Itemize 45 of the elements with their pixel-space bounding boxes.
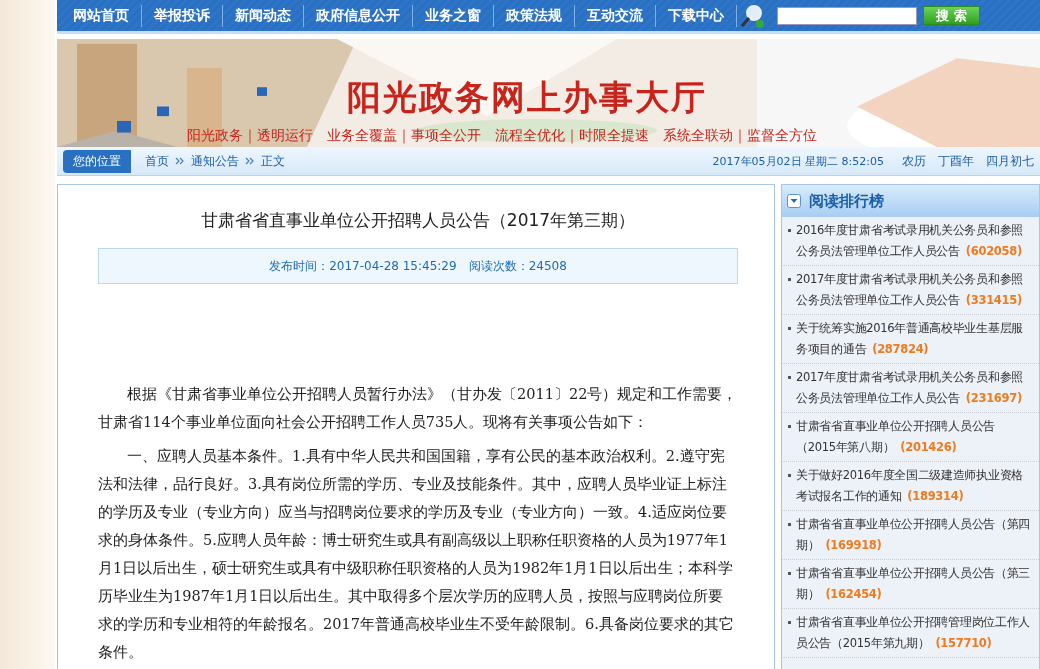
nav-link[interactable]: 新闻动态	[223, 6, 303, 25]
nav-link[interactable]: 政策法规	[494, 6, 574, 25]
article-title: 甘肃省省直事业单位公开招聘人员公告（2017年第三期）	[199, 209, 637, 232]
ranking-link[interactable]: 关于做好2016年度全国二级建造师执业资格考试报名工作的通知 (189314)	[796, 465, 1033, 507]
nav-link[interactable]: 下载中心	[656, 6, 736, 25]
breadcrumb-link[interactable]: 通知公告	[191, 152, 239, 170]
search-field[interactable]	[777, 6, 917, 25]
publish-time: 发布时间：2017-04-28 15:45:29	[269, 257, 457, 275]
bullet-icon	[788, 425, 791, 428]
ranking-link[interactable]: 甘肃省省直事业单位公开招聘人员公告（第四期） (169918)	[796, 514, 1033, 556]
article-paragraph: 一、应聘人员基本条件。1.具有中华人民共和国国籍，享有公民的基本政治权利。2.遵守宪法和法律，品行良好。3.具有岗位所需的学历、专业及技能条件。其中，应聘人员毕业证上标注的学历及专业（专业方向）应当与招聘岗位要求的学历及专业（专业方向）一致。4.适应岗位要求的身体条件。5.应聘人员年龄：博士研究生或具有副高级以上职称任职资格的人员为1977年1月1日以后出生，硕士研究生或具有中级职称任职资格的人员为1982年1月1日以后出生；本科学历毕业生为1987年1月1日以后出生。其中取得多个层次学历的应聘人员，按照与应聘岗位所要求的学历和专业相符的年龄报名。2017年普通高校毕业生不受年龄限制。6.具备岗位要求的其它条件。	[98, 447, 735, 662]
bullet-icon	[788, 523, 791, 526]
ranking-link[interactable]: 2017年度甘肃省考试录用机关公务员和参照公务员法管理单位工作人员公告 (331415)	[796, 269, 1033, 311]
nav-link[interactable]: 业务之窗	[413, 6, 493, 25]
lunar-date: 农历 丁酉年 四月初七	[902, 152, 1034, 170]
banner-title: 阳光政务网上办事大厅	[347, 76, 707, 119]
bullet-icon	[788, 474, 791, 477]
nav-link[interactable]: 举报投诉	[142, 6, 222, 25]
bullet-icon	[788, 229, 791, 232]
article-paragraph: 根据《甘肃省事业单位公开招聘人员暂行办法》（甘办发〔2011〕22号）规定和工作需要，甘肃省114个事业单位面向社会公开招聘工作人员735人。现将有关事项公告如下：	[98, 385, 738, 432]
ranking-link[interactable]: 2016年度甘肃省考试录用机关公务员和参照公务员法管理单位工作人员公告 (602058)	[796, 220, 1033, 262]
nav-link[interactable]: 政府信息公开	[304, 6, 412, 25]
date-text: 2017年05月02日 星期二 8:52:05	[712, 153, 884, 169]
chevron-icon	[175, 157, 185, 165]
sidebar-title: 阅读排行榜	[809, 191, 884, 211]
nav-link[interactable]: 互动交流	[575, 6, 655, 25]
breadcrumb-link[interactable]: 正文	[261, 152, 285, 170]
ranking-link[interactable]: 关于统筹实施2016年普通高校毕业生基层服务项目的通告 (287824)	[796, 318, 1033, 360]
ranking-link[interactable]: 2017年度甘肃省考试录用机关公务员和参照公务员法管理单位工作人员公告 (231697)	[796, 367, 1033, 409]
bullet-icon	[788, 621, 791, 624]
nav-link[interactable]: 网站首页	[61, 6, 141, 25]
bullet-icon	[788, 572, 791, 575]
ranking-link[interactable]: 甘肃省省直事业单位公开招聘人员公告（2015年第八期） (201426)	[796, 416, 1033, 458]
chevron-icon	[245, 157, 255, 165]
banner-slogan: 阳光政务｜透明运行 业务全覆盖｜事项全公开 流程全优化｜时限全提速 系统全联动｜监督全方位	[187, 127, 817, 145]
ranking-link[interactable]: 甘肃省省直事业单位公开招聘人员公告（第三期） (162454)	[796, 563, 1033, 605]
bullet-icon	[788, 278, 791, 281]
bullet-icon	[788, 327, 791, 330]
bullet-icon	[788, 376, 791, 379]
location-label: 您的位置	[63, 149, 131, 173]
read-count: 阅读次数：24508	[468, 257, 567, 275]
dropdown-icon	[787, 194, 801, 208]
ranking-link[interactable]: 甘肃省省直事业单位公开招聘管理岗位工作人员公告（2015年第九期） (157710)	[796, 612, 1033, 654]
search-icon	[739, 2, 765, 29]
breadcrumb-link[interactable]: 首页	[145, 152, 169, 170]
